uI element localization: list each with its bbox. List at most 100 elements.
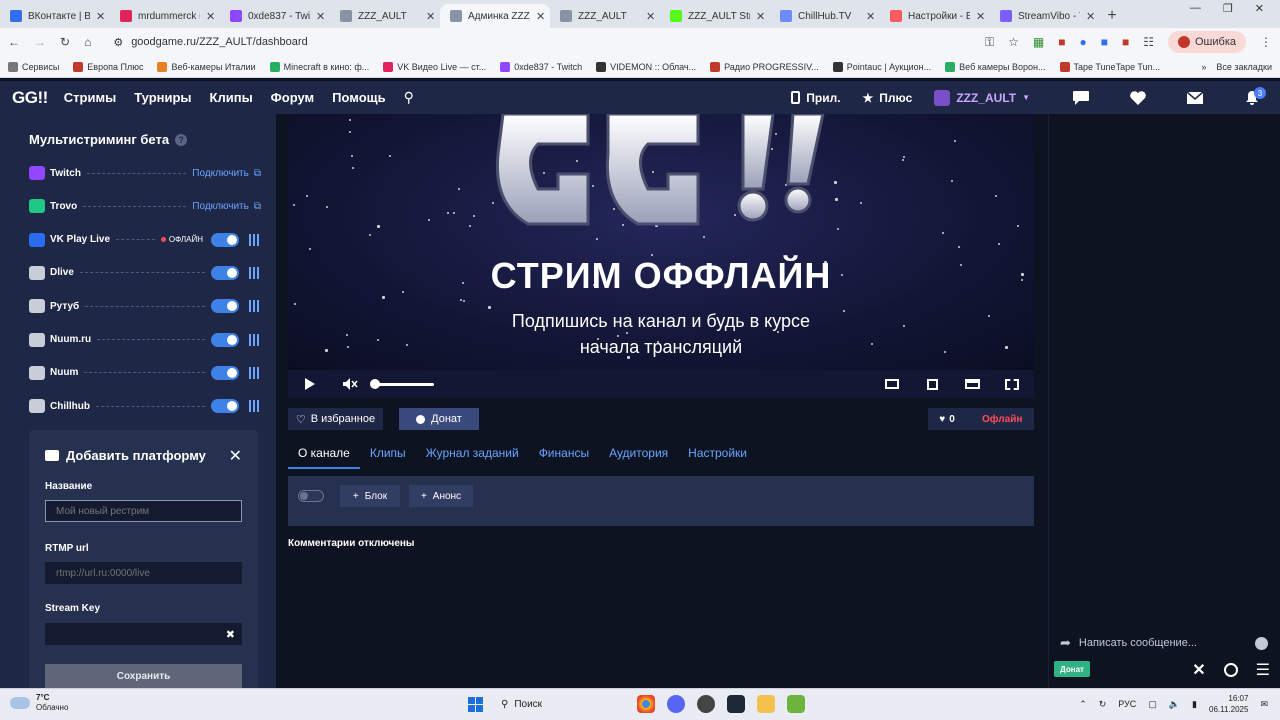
play-icon[interactable] bbox=[298, 372, 322, 396]
close-tab-icon[interactable]: ✕ bbox=[96, 10, 106, 23]
bookmark-item[interactable]: Tape TuneTape Tun... bbox=[1059, 61, 1160, 72]
popout-icon[interactable] bbox=[920, 372, 944, 396]
chevron-up-icon[interactable]: ⌃ bbox=[1079, 699, 1087, 710]
profile-error-button[interactable]: Ошибка bbox=[1168, 31, 1246, 53]
settings-sliders-icon[interactable] bbox=[249, 266, 261, 279]
forward-icon[interactable]: → bbox=[34, 35, 46, 49]
extensions-icon[interactable]: ▦ bbox=[1033, 35, 1044, 49]
bookmark-item[interactable]: Pointauc | Аукцион... bbox=[832, 61, 931, 72]
nav-forum[interactable]: Форум bbox=[271, 90, 314, 105]
bookmark-item[interactable]: Сервисы bbox=[8, 61, 59, 72]
add-announce-button[interactable]: + Анонс bbox=[409, 485, 473, 507]
bookmark-item[interactable]: VIDEMON :: Облач... bbox=[596, 61, 696, 72]
back-icon[interactable]: ← bbox=[8, 35, 20, 49]
plus-link[interactable]: ★ Плюс bbox=[863, 91, 913, 105]
platform-toggle[interactable] bbox=[211, 365, 239, 380]
help-icon[interactable]: ? bbox=[175, 133, 188, 146]
share-arrow-icon[interactable]: ➦ bbox=[1060, 635, 1071, 651]
site-info-icon[interactable]: ⚙ bbox=[113, 36, 123, 49]
bookmark-item[interactable]: Веб-камеры Италии bbox=[157, 61, 256, 72]
likes-counter[interactable]: ♥ 0 bbox=[928, 414, 966, 425]
bookmark-item[interactable]: Веб камеры Ворон... bbox=[945, 61, 1046, 72]
browser-tab[interactable]: mrdummerck на ✕ bbox=[110, 4, 220, 28]
close-tab-icon[interactable]: ✕ bbox=[206, 10, 216, 23]
battery-icon[interactable]: ▮ bbox=[1192, 699, 1197, 710]
close-tab-icon[interactable]: ✕ bbox=[646, 10, 656, 23]
close-tab-icon[interactable]: ✕ bbox=[756, 10, 766, 23]
steam-icon[interactable] bbox=[727, 695, 745, 713]
extension-icon[interactable]: ■ bbox=[1058, 35, 1065, 49]
user-circle-icon[interactable] bbox=[1223, 663, 1238, 677]
discord-icon[interactable] bbox=[667, 695, 685, 713]
volume-icon[interactable]: 🔈 bbox=[1169, 699, 1180, 710]
new-tab-icon[interactable]: + bbox=[1100, 4, 1124, 28]
language-indicator[interactable]: РУС bbox=[1118, 699, 1136, 709]
fullscreen-icon[interactable] bbox=[1000, 372, 1024, 396]
nav-tournaments[interactable]: Турниры bbox=[134, 90, 191, 105]
chat-donate-button[interactable]: Донат bbox=[1054, 661, 1090, 677]
bookmark-item[interactable]: 0xde837 - Twitch bbox=[500, 61, 582, 72]
platform-toggle[interactable] bbox=[211, 399, 239, 414]
settings-sliders-icon[interactable] bbox=[249, 333, 261, 346]
bookmark-item[interactable]: Minecraft в кино: ф... bbox=[269, 61, 369, 72]
all-bookmarks[interactable]: Все закладки bbox=[1216, 62, 1272, 72]
close-tab-icon[interactable]: ✕ bbox=[976, 10, 986, 23]
minimize-icon[interactable]: — bbox=[1190, 2, 1201, 15]
bell-icon[interactable]: 3 bbox=[1223, 81, 1280, 114]
name-input[interactable] bbox=[45, 500, 242, 522]
platform-toggle[interactable] bbox=[211, 299, 239, 314]
volume-slider[interactable] bbox=[370, 378, 434, 389]
clock[interactable]: 16:07 06.11.2025 bbox=[1209, 693, 1248, 715]
theater-mode-icon[interactable] bbox=[880, 372, 904, 396]
chrome-icon[interactable] bbox=[637, 695, 655, 713]
close-tab-icon[interactable]: ✕ bbox=[536, 10, 546, 23]
close-tab-icon[interactable]: ✕ bbox=[426, 10, 436, 23]
add-block-button[interactable]: + Блок bbox=[340, 485, 400, 507]
browser-tab[interactable]: Админка ZZZ_AU ✕ bbox=[440, 4, 550, 28]
extension-icon[interactable]: ● bbox=[1079, 35, 1086, 49]
toggle-switch[interactable] bbox=[298, 490, 324, 502]
mute-icon[interactable] bbox=[338, 372, 362, 396]
video-player[interactable]: СТРИМ ОФФЛАЙН Подпишись на канал и будь … bbox=[288, 114, 1034, 370]
settings-sliders-icon[interactable] bbox=[249, 300, 261, 313]
nav-help[interactable]: Помощь bbox=[332, 90, 385, 105]
notifications-icon[interactable]: ✉ bbox=[1260, 699, 1268, 710]
platform-toggle[interactable] bbox=[211, 232, 239, 247]
donate-button[interactable]: Донат bbox=[399, 408, 479, 430]
eye-off-icon[interactable]: ✖ bbox=[226, 628, 235, 641]
menu-icon[interactable]: ☰ bbox=[1256, 660, 1270, 680]
channel-tab[interactable]: Клипы bbox=[360, 446, 416, 474]
browser-tab[interactable]: StreamVibo - Тра ✕ bbox=[990, 4, 1100, 28]
bookmark-item[interactable]: Радио PROGRESSIV... bbox=[710, 61, 819, 72]
browser-tab[interactable]: ZZZ_AULT ✕ bbox=[330, 4, 440, 28]
chat-input[interactable]: ➦ Написать сообщение... bbox=[1060, 632, 1274, 654]
bookmark-item[interactable]: Европа Плюс bbox=[73, 61, 143, 72]
weather-widget[interactable]: 7°C Облачно bbox=[10, 693, 68, 713]
app-link[interactable]: Прил. bbox=[791, 91, 841, 105]
chevron-right-icon[interactable]: » bbox=[1201, 62, 1206, 72]
window-close-icon[interactable]: ✕ bbox=[1255, 2, 1264, 15]
settings-sliders-icon[interactable] bbox=[249, 400, 261, 413]
nav-clips[interactable]: Клипы bbox=[210, 90, 253, 105]
sync-icon[interactable]: ↻ bbox=[1099, 699, 1107, 710]
browser-tab[interactable]: ChillHub.TV ✕ bbox=[770, 4, 880, 28]
obs-icon[interactable] bbox=[697, 695, 715, 713]
settings-sliders-icon[interactable] bbox=[249, 366, 261, 379]
channel-tab[interactable]: Финансы bbox=[529, 446, 599, 474]
heart-icon[interactable] bbox=[1109, 81, 1166, 114]
platform-toggle[interactable] bbox=[211, 332, 239, 347]
bookmark-star-icon[interactable]: ☆ bbox=[1008, 35, 1019, 49]
app-icon[interactable] bbox=[787, 695, 805, 713]
taskbar-search[interactable]: ⚲ Поиск bbox=[495, 693, 625, 715]
settings-sliders-icon[interactable] bbox=[249, 233, 261, 246]
maximize-icon[interactable]: ❐ bbox=[1223, 2, 1233, 15]
url-field[interactable]: ⚙ goodgame.ru/ZZZ_AULT/dashboard bbox=[105, 31, 971, 53]
rtmp-url-input[interactable] bbox=[45, 562, 242, 584]
browser-tab[interactable]: ВКонтакте | Видео ✕ bbox=[0, 4, 110, 28]
browser-tab[interactable]: ZZZ_AULT ✕ bbox=[550, 4, 660, 28]
connect-link[interactable]: Подключить ⧉ bbox=[192, 168, 261, 179]
close-tab-icon[interactable]: ✕ bbox=[866, 10, 876, 23]
emoji-icon[interactable] bbox=[1255, 637, 1268, 650]
windows-start-icon[interactable] bbox=[468, 696, 483, 712]
channel-tab[interactable]: Аудитория bbox=[599, 446, 678, 474]
